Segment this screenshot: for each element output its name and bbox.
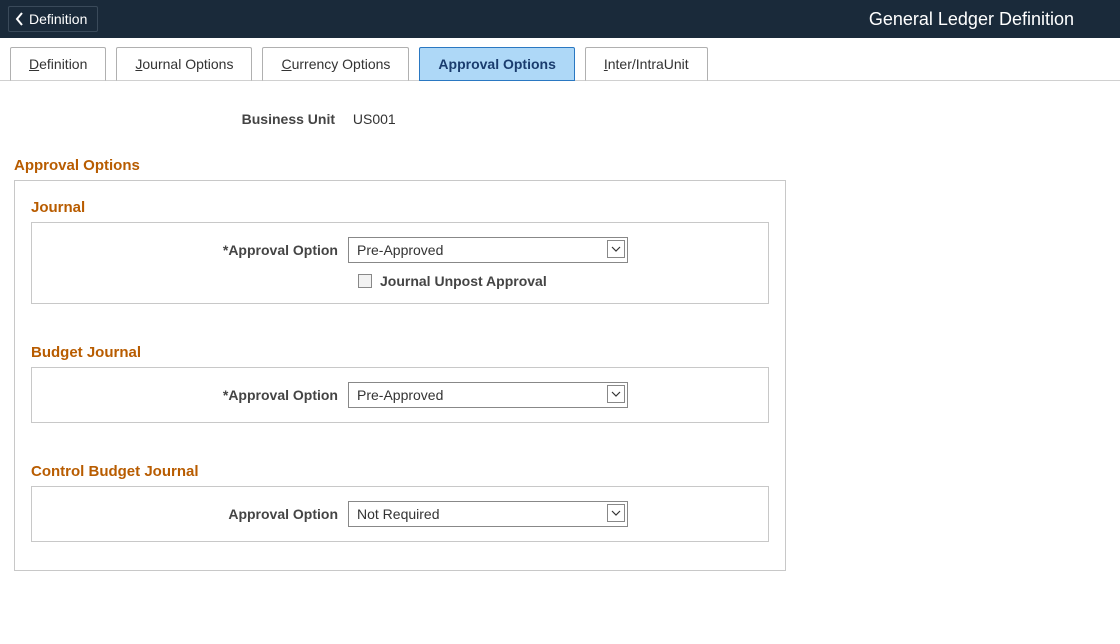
chevron-down-icon — [607, 385, 625, 403]
tab-currency-options[interactable]: Currency Options — [262, 47, 409, 81]
control-budget-groupbox: Approval Option Not Required — [31, 486, 769, 542]
journal-approval-label: *Approval Option — [48, 242, 348, 258]
budget-approval-row: *Approval Option Pre-Approved — [48, 382, 752, 408]
tab-journal-options[interactable]: Journal Options — [116, 47, 252, 81]
business-unit-row: Business Unit US001 — [14, 111, 786, 127]
control-approval-select[interactable]: Not Required — [348, 501, 628, 527]
approval-options-groupbox: Journal *Approval Option Pre-Approved Jo… — [14, 180, 786, 571]
content-area: Business Unit US001 Approval Options Jou… — [0, 81, 800, 601]
chevron-left-icon — [15, 12, 25, 26]
section-title-approval-options: Approval Options — [14, 157, 786, 174]
control-approval-label: Approval Option — [48, 506, 348, 522]
journal-approval-select[interactable]: Pre-Approved — [348, 237, 628, 263]
journal-approval-row: *Approval Option Pre-Approved — [48, 237, 752, 263]
page-title: General Ledger Definition — [869, 9, 1104, 30]
control-approval-value: Not Required — [357, 506, 440, 522]
tab-inter-intraunit[interactable]: Inter/IntraUnit — [585, 47, 708, 81]
journal-unpost-checkbox[interactable] — [358, 274, 372, 288]
journal-subtitle: Journal — [31, 199, 769, 216]
chevron-down-icon — [607, 240, 625, 258]
control-approval-row: Approval Option Not Required — [48, 501, 752, 527]
app-header: Definition General Ledger Definition — [0, 0, 1120, 38]
chevron-down-icon — [607, 504, 625, 522]
budget-journal-subtitle: Budget Journal — [31, 344, 769, 361]
journal-unpost-row: Journal Unpost Approval — [358, 273, 752, 289]
journal-approval-value: Pre-Approved — [357, 242, 443, 258]
tab-definition[interactable]: Definition — [10, 47, 106, 81]
back-button[interactable]: Definition — [8, 6, 98, 32]
control-budget-subtitle: Control Budget Journal — [31, 463, 769, 480]
journal-unpost-label: Journal Unpost Approval — [380, 273, 547, 289]
business-unit-value: US001 — [353, 111, 396, 127]
tab-approval-options[interactable]: Approval Options — [419, 47, 574, 81]
tab-bar: Definition Journal Options Currency Opti… — [0, 38, 1120, 81]
back-button-label: Definition — [29, 11, 87, 27]
budget-approval-value: Pre-Approved — [357, 387, 443, 403]
budget-journal-groupbox: *Approval Option Pre-Approved — [31, 367, 769, 423]
budget-approval-select[interactable]: Pre-Approved — [348, 382, 628, 408]
journal-groupbox: *Approval Option Pre-Approved Journal Un… — [31, 222, 769, 304]
business-unit-label: Business Unit — [14, 111, 349, 127]
budget-approval-label: *Approval Option — [48, 387, 348, 403]
